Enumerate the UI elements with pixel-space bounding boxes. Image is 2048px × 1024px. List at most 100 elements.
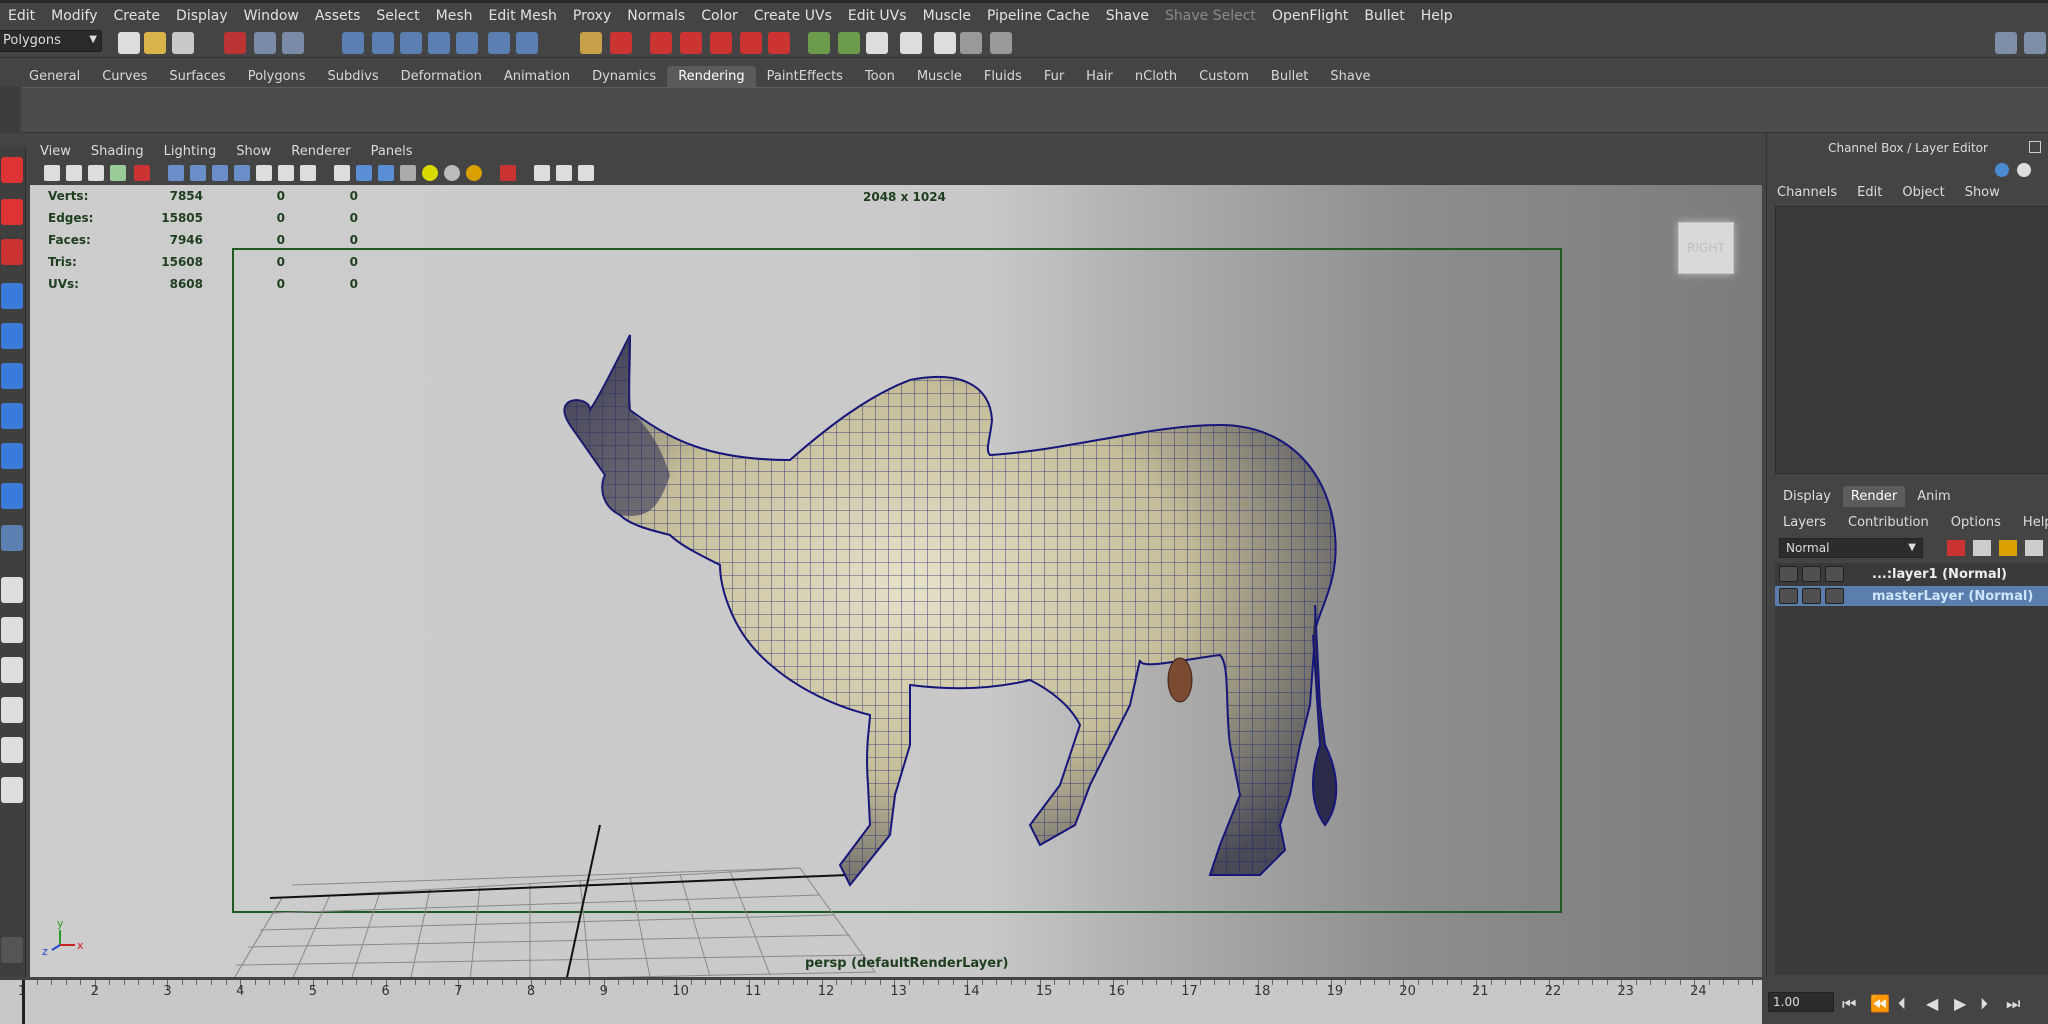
toolbox-collapse-icon[interactable] [1, 937, 23, 963]
gate-mask-icon[interactable] [234, 165, 250, 181]
recycle-icon[interactable] [1802, 588, 1821, 604]
menu-assets[interactable]: Assets [307, 8, 369, 24]
snap-grid-icon[interactable] [342, 32, 364, 54]
panel-menu-show[interactable]: Show [226, 144, 281, 159]
menu-help[interactable]: Help [1413, 8, 1461, 24]
menu-modify[interactable]: Modify [43, 8, 105, 24]
menu-openflight[interactable]: OpenFlight [1264, 8, 1356, 24]
current-time-field[interactable]: 1.00 [1768, 992, 1834, 1012]
lasso-tool-icon[interactable] [1, 199, 23, 225]
step-back-frame-icon[interactable]: ⏴ [1898, 994, 1906, 1014]
toggle-channel-box-icon[interactable] [2024, 32, 2046, 54]
high-quality-icon[interactable] [466, 165, 482, 181]
layer-blend-mode-dropdown[interactable]: Normal ▼ [1779, 538, 1923, 558]
channel-menu-edit[interactable]: Edit [1857, 185, 1882, 200]
channel-menu-show[interactable]: Show [1965, 185, 2000, 200]
select-by-component-icon[interactable] [282, 32, 304, 54]
recycle-icon[interactable] [1802, 566, 1821, 582]
magnet-c-icon[interactable] [740, 32, 762, 54]
shelf-tab-general[interactable]: General [18, 66, 91, 87]
shelf-tab-ncloth[interactable]: nCloth [1124, 66, 1188, 87]
construction-history-icon[interactable] [650, 32, 672, 54]
history-icon[interactable] [488, 32, 510, 54]
magnet-icon[interactable] [680, 32, 702, 54]
float-panel-icon[interactable] [2029, 141, 2041, 153]
menu-edit-mesh[interactable]: Edit Mesh [480, 8, 564, 24]
select-tool-icon[interactable] [1, 157, 23, 183]
layer-tab-anim[interactable]: Anim [1909, 486, 1958, 507]
menu-shave-select[interactable]: Shave Select [1157, 8, 1264, 24]
layer-menu-help[interactable]: Help [2023, 515, 2048, 530]
safe-title-icon[interactable] [300, 165, 316, 181]
shelf-tab-animation[interactable]: Animation [493, 66, 581, 87]
layer-menu-layers[interactable]: Layers [1783, 515, 1826, 530]
ipr-icon[interactable] [934, 32, 956, 54]
batch-render-icon[interactable] [960, 32, 982, 54]
render-view-icon[interactable] [808, 32, 830, 54]
shadows-icon[interactable] [444, 165, 460, 181]
snap-surface-icon[interactable] [456, 32, 478, 54]
menu-create-uvs[interactable]: Create UVs [746, 8, 840, 24]
xray-icon[interactable] [534, 165, 550, 181]
render-flags-icon[interactable] [1825, 588, 1844, 604]
last-tool-icon[interactable] [1, 525, 23, 551]
panel-menu-shading[interactable]: Shading [81, 144, 154, 159]
step-forward-frame-icon[interactable]: ⏵ [1980, 994, 1988, 1014]
shelf-tab-toon[interactable]: Toon [854, 66, 906, 87]
smooth-shade-icon[interactable] [356, 165, 372, 181]
new-layer-selected-icon[interactable] [1973, 540, 1991, 556]
panel-menu-view[interactable]: View [30, 144, 81, 159]
channel-box-icon[interactable] [1995, 163, 2009, 177]
menu-bullet[interactable]: Bullet [1356, 8, 1412, 24]
perspective-viewport[interactable]: Verts: 7854 0 0 Edges: 15805 0 0 Faces: 7946 0 0 Tri… [30, 185, 1762, 977]
isolate-select-icon[interactable] [500, 165, 516, 181]
menu-window[interactable]: Window [236, 8, 307, 24]
layout-four-icon[interactable] [1, 617, 23, 643]
layer-editor-icon[interactable] [2017, 163, 2031, 177]
scale-tool-icon[interactable] [1, 363, 23, 389]
channel-menu-object[interactable]: Object [1902, 185, 1944, 200]
play-forwards-icon[interactable]: ▶ [1954, 994, 1966, 1013]
render-current-icon[interactable] [838, 32, 860, 54]
render-globals-icon[interactable] [990, 32, 1012, 54]
shelf-tab-custom[interactable]: Custom [1188, 66, 1260, 87]
shelf-tab-fur[interactable]: Fur [1033, 66, 1075, 87]
safe-action-icon[interactable] [278, 165, 294, 181]
image-plane-icon[interactable] [110, 165, 126, 181]
menu-muscle[interactable]: Muscle [915, 8, 979, 24]
help-question-icon[interactable] [516, 32, 538, 54]
layer-tab-render[interactable]: Render [1842, 486, 1906, 507]
menu-normals[interactable]: Normals [619, 8, 693, 24]
snap-curve-icon[interactable] [372, 32, 394, 54]
layout-persp-graph-icon[interactable] [1, 697, 23, 723]
film-gate-icon[interactable] [190, 165, 206, 181]
panel-menu-renderer[interactable]: Renderer [281, 144, 360, 159]
use-all-lights-icon[interactable] [422, 165, 438, 181]
wireframe-icon[interactable] [334, 165, 350, 181]
step-back-key-icon[interactable]: ⏪ [1870, 994, 1890, 1013]
bull-mesh[interactable] [563, 334, 1338, 887]
shelf-tab-bullet[interactable]: Bullet [1260, 66, 1319, 87]
hypershade-icon[interactable] [900, 32, 922, 54]
render-settings-icon[interactable] [866, 32, 888, 54]
menu-display[interactable]: Display [168, 8, 236, 24]
render-settings-layer-icon[interactable] [1999, 540, 2017, 556]
move-tool-icon[interactable] [1, 283, 23, 309]
render-flags-icon[interactable] [1825, 566, 1844, 582]
lock-icon[interactable] [580, 32, 602, 54]
camera-attributes-icon[interactable] [134, 165, 150, 181]
menu-shave[interactable]: Shave [1098, 8, 1157, 24]
select-by-hierarchy-icon[interactable] [224, 32, 246, 54]
magnet-d-icon[interactable] [768, 32, 790, 54]
menu-proxy[interactable]: Proxy [565, 8, 619, 24]
layout-two-icon[interactable] [1, 657, 23, 683]
soft-mod-icon[interactable] [1, 443, 23, 469]
rotate-tool-icon[interactable] [1, 323, 23, 349]
shelf-tab-fluids[interactable]: Fluids [973, 66, 1033, 87]
input-ops-icon[interactable] [610, 32, 632, 54]
new-layer-icon[interactable] [1947, 540, 1965, 556]
renderable-icon[interactable] [1779, 588, 1798, 604]
shelf-tab-muscle[interactable]: Muscle [906, 66, 973, 87]
universal-manip-icon[interactable] [1, 403, 23, 429]
shelf-tab-deformation[interactable]: Deformation [390, 66, 493, 87]
